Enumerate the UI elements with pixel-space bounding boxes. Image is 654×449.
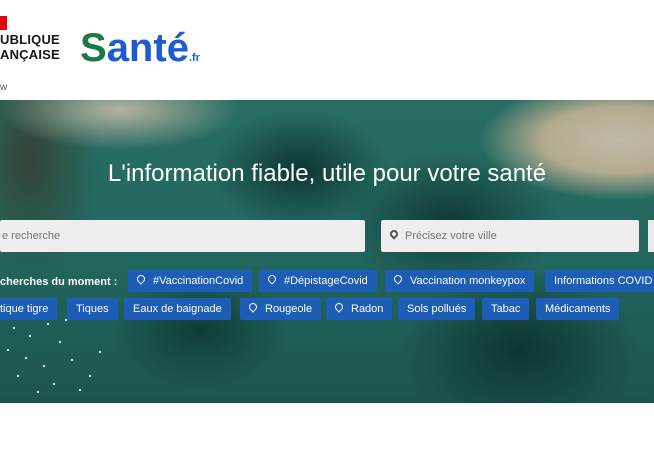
location-pin-icon xyxy=(135,273,147,285)
location-pin-icon xyxy=(392,273,404,285)
chip-moustique-tigre[interactable]: tique tigre xyxy=(0,298,58,320)
sante-fr-logo[interactable]: Santé.fr xyxy=(80,28,200,72)
republic-line-2: ANÇAISE xyxy=(0,47,60,62)
chip-label: Tiques xyxy=(76,303,109,315)
chip-label: Sols pollués xyxy=(407,303,467,315)
city-field[interactable] xyxy=(381,220,639,252)
location-pin-icon xyxy=(266,273,278,285)
chip-label: #VaccinationCovid xyxy=(153,275,244,287)
chip-tiques[interactable]: Tiques xyxy=(67,298,118,320)
chip-label: Médicaments xyxy=(545,303,611,315)
logo-suffix: .fr xyxy=(188,52,200,64)
location-pin-icon xyxy=(247,301,259,313)
chip-label: Rougeole xyxy=(265,303,313,315)
chip-depistage-covid[interactable]: #DépistageCovid xyxy=(259,270,377,292)
chip-sols-pollues[interactable]: Sols pollués xyxy=(398,298,476,320)
logo-letter-s: S xyxy=(80,26,107,70)
chip-medicaments[interactable]: Médicaments xyxy=(536,298,620,320)
site-header: UBLIQUE ANÇAISE w Santé.fr xyxy=(0,0,654,100)
republic-line-1: UBLIQUE xyxy=(0,32,60,47)
logo-word: anté xyxy=(106,26,189,70)
chip-label: Eaux de baignade xyxy=(133,303,222,315)
trending-label: cherches du moment : xyxy=(0,276,118,288)
chip-radon[interactable]: Radon xyxy=(326,298,393,320)
chip-vaccination-monkeypox[interactable]: Vaccination monkeypox xyxy=(385,270,535,292)
chip-vaccination-covid[interactable]: #VaccinationCovid xyxy=(128,270,253,292)
location-pin-icon xyxy=(333,301,345,313)
chip-eaux-de-baignade[interactable]: Eaux de baignade xyxy=(124,298,231,320)
chip-informations-covid[interactable]: Informations COVID xyxy=(545,270,654,292)
hero-banner: L'information fiable, utile pour votre s… xyxy=(0,100,654,403)
search-field[interactable] xyxy=(0,220,367,252)
chip-label: Vaccination monkeypox xyxy=(410,275,526,287)
chip-label: tique tigre xyxy=(0,303,49,315)
search-submit-button[interactable] xyxy=(648,220,654,252)
chip-label: #DépistageCovid xyxy=(284,275,368,287)
chip-rougeole[interactable]: Rougeole xyxy=(240,298,322,320)
flag-icon xyxy=(0,16,7,30)
chip-tabac[interactable]: Tabac xyxy=(482,298,530,320)
city-input[interactable] xyxy=(381,220,639,252)
chip-label: Tabac xyxy=(491,303,521,315)
search-input[interactable] xyxy=(0,220,367,252)
chip-label: Informations COVID xyxy=(554,275,653,287)
chip-label: Radon xyxy=(351,303,384,315)
hero-title: L'information fiable, utile pour votre s… xyxy=(107,160,547,187)
republic-tagline: w xyxy=(0,82,8,93)
